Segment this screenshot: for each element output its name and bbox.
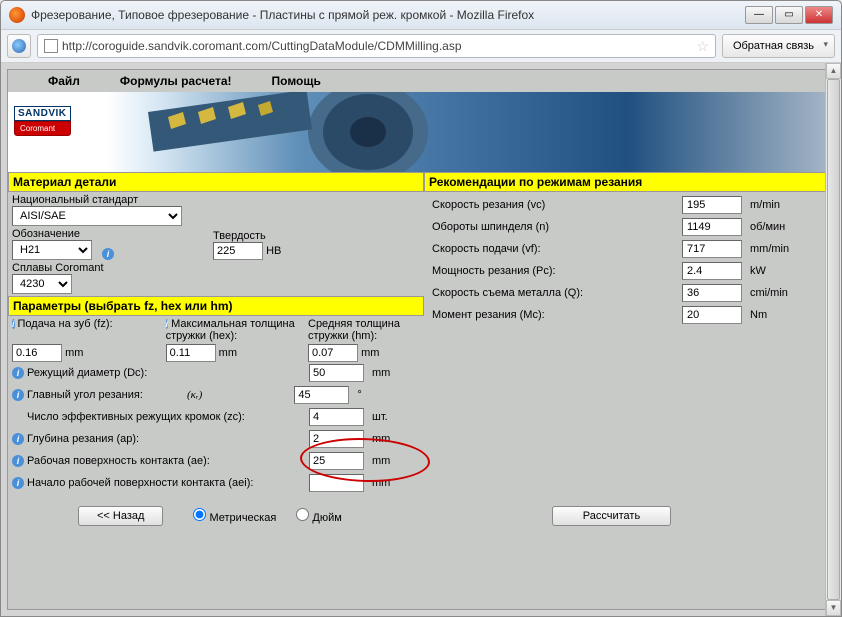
hm-label: Средняя толщина стружки (hm):	[308, 318, 400, 342]
minimize-button[interactable]: —	[745, 6, 773, 24]
zc-label: Число эффективных режущих кромок (zc):	[27, 411, 324, 423]
page-icon	[44, 39, 58, 53]
hex-input[interactable]	[166, 344, 216, 362]
inch-radio[interactable]: Дюйм	[296, 508, 341, 524]
rec-row: Момент резания (Mc):20Nm	[428, 304, 830, 326]
page-content: Файл Формулы расчета! Помощь SANDVIK Cor…	[7, 69, 835, 610]
rec-vf-value: 717	[682, 240, 742, 258]
firefox-icon	[9, 7, 25, 23]
info-icon[interactable]: i	[12, 433, 24, 445]
rec-row: Скорость подачи (vf):717mm/min	[428, 238, 830, 260]
rec-vc-value: 195	[682, 196, 742, 214]
aei-input[interactable]	[309, 474, 364, 492]
globe-icon	[12, 39, 26, 53]
params-header: Параметры (выбрать fz, hex или hm)	[8, 296, 424, 316]
menu-formulas[interactable]: Формулы расчета!	[120, 74, 232, 88]
nat-std-label: Национальный стандарт	[12, 194, 420, 206]
back-button[interactable]: << Назад	[78, 506, 163, 526]
feedback-button[interactable]: Обратная связь	[722, 34, 835, 58]
ap-label: Глубина резания (ap):	[27, 433, 309, 445]
tab-button[interactable]	[7, 34, 31, 58]
calculate-button[interactable]: Рассчитать	[552, 506, 671, 526]
bookmark-star-icon[interactable]: ☆	[696, 38, 709, 55]
rec-pc-value: 2.4	[682, 262, 742, 280]
ae-label: Рабочая поверхность контакта (ae):	[27, 455, 309, 467]
info-icon[interactable]: i	[102, 248, 114, 260]
fz-label: Подача на зуб (fz):	[18, 318, 113, 330]
hardness-input[interactable]	[213, 242, 263, 260]
firefox-window: Фрезерование, Типовое фрезерование - Пла…	[0, 0, 842, 617]
info-icon[interactable]: i	[12, 319, 15, 329]
material-header: Материал детали	[8, 172, 424, 192]
zc-input[interactable]	[309, 408, 364, 426]
bottom-bar: << Назад Метрическая Дюйм Рассчитать	[8, 496, 834, 536]
app-menubar: Файл Формулы расчета! Помощь	[8, 70, 834, 92]
hardness-unit: HB	[266, 245, 281, 257]
rec-mc-value: 20	[682, 306, 742, 324]
info-icon[interactable]: i	[12, 367, 24, 379]
scroll-down-arrow[interactable]: ▼	[826, 600, 841, 616]
nat-std-select[interactable]: AISI/SAE	[12, 206, 182, 226]
toolbar: ☆ Обратная связь	[1, 29, 841, 63]
banner: SANDVIK Coromant	[8, 92, 834, 172]
info-icon[interactable]: i	[166, 319, 169, 329]
recommend-header: Рекомендации по режимам резания	[424, 172, 834, 192]
angle-label: Главный угол резания:	[27, 389, 187, 401]
scroll-thumb[interactable]	[827, 79, 840, 600]
designation-label: Обозначение	[12, 228, 92, 240]
rec-row: Скорость резания (vc)195m/min	[428, 194, 830, 216]
logo-sub: Coromant	[14, 121, 71, 136]
metric-radio[interactable]: Метрическая	[193, 508, 276, 524]
angle-symbol: (κᵣ)	[187, 389, 202, 401]
ae-input[interactable]	[309, 452, 364, 470]
scroll-up-arrow[interactable]: ▲	[826, 63, 841, 79]
rec-row: Скорость съема металла (Q):36cmi/min	[428, 282, 830, 304]
close-button[interactable]: ✕	[805, 6, 833, 24]
designation-select[interactable]: H21	[12, 240, 92, 260]
aei-label: Начало рабочей поверхности контакта (aei…	[27, 477, 309, 489]
logo-brand: SANDVIK	[14, 106, 71, 121]
vertical-scrollbar[interactable]: ▲ ▼	[825, 63, 841, 616]
menu-file[interactable]: Файл	[48, 74, 80, 88]
info-icon[interactable]: i	[12, 389, 24, 401]
info-icon[interactable]: i	[12, 477, 24, 489]
hardness-label: Твердость	[213, 230, 281, 242]
dc-input[interactable]	[309, 364, 364, 382]
angle-input[interactable]	[294, 386, 349, 404]
maximize-button[interactable]: ▭	[775, 6, 803, 24]
menu-help[interactable]: Помощь	[272, 74, 321, 88]
url-input[interactable]	[62, 39, 692, 53]
ap-input[interactable]	[309, 430, 364, 448]
rec-row: Обороты шпинделя (n)1149об/мин	[428, 216, 830, 238]
milling-tool-graphic	[118, 92, 438, 172]
info-icon[interactable]: i	[12, 455, 24, 467]
hex-label: Максимальная толщина стружки (hex):	[166, 318, 295, 342]
titlebar: Фрезерование, Типовое фрезерование - Пла…	[1, 1, 841, 29]
alloys-label: Сплавы Coromant	[12, 262, 420, 274]
hm-input[interactable]	[308, 344, 358, 362]
logo: SANDVIK Coromant	[14, 106, 71, 136]
alloys-select[interactable]: 4230	[12, 274, 72, 294]
rec-n-value: 1149	[682, 218, 742, 236]
rec-row: Мощность резания (Pc):2.4kW	[428, 260, 830, 282]
rec-q-value: 36	[682, 284, 742, 302]
dc-label: Режущий диаметр (Dc):	[27, 367, 309, 379]
fz-input[interactable]	[12, 344, 62, 362]
window-title: Фрезерование, Типовое фрезерование - Пла…	[31, 8, 745, 22]
url-bar[interactable]: ☆	[37, 34, 716, 58]
